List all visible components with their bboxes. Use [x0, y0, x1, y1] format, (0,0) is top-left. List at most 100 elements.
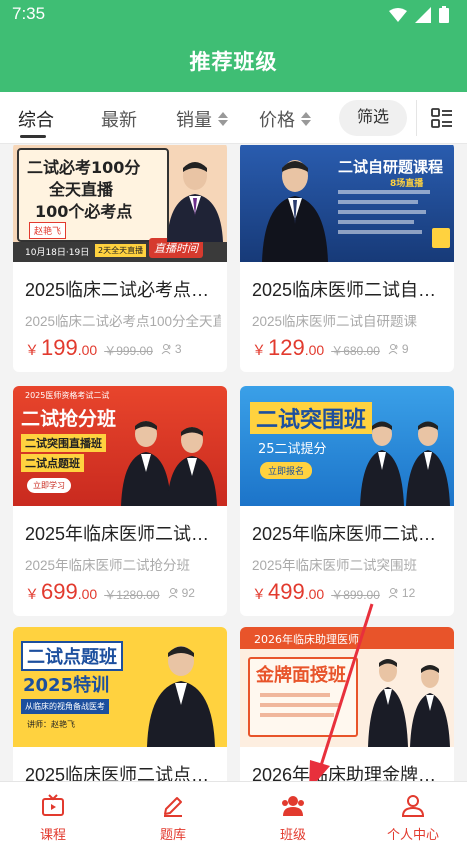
course-card[interactable]: 2026年临床助理医师 金牌面授班 2026年临床助理金牌面授班	[240, 627, 454, 781]
video-icon	[42, 794, 64, 816]
price-integer: 199	[41, 335, 78, 360]
nav-label: 班级	[279, 827, 306, 842]
original-price: ￥1280.00	[104, 588, 160, 602]
course-subtitle: 2025临床医师二试自研题课	[252, 314, 418, 329]
student-count-value: 12	[401, 586, 416, 600]
banner-text: 二试点题班	[21, 641, 123, 671]
banner-cta: 立即报名	[260, 462, 313, 479]
teacher-photo	[406, 421, 450, 506]
banner-cta: 立即学习	[27, 478, 71, 493]
course-title: 2025临床医师二试点题班	[25, 765, 217, 781]
people-icon	[161, 344, 171, 355]
course-card[interactable]: 2025医师资格考试二试 二试抢分班 二试突围直播班 二试点题班 立即学习 20…	[13, 386, 227, 616]
price-decimal: .00	[304, 342, 325, 358]
sort-tabs: 综合 最新 销量 价格 筛选	[0, 92, 467, 144]
original-price: ￥899.00	[331, 588, 380, 602]
filter-button[interactable]: 筛选	[339, 100, 407, 136]
teacher-photo	[410, 665, 450, 747]
banner-text: 二试自研题课程	[338, 158, 444, 176]
banner-text: 二试突围直播班	[21, 434, 106, 452]
wifi-icon	[389, 7, 407, 22]
course-subtitle: 2025临床二试必考点100分全天直播	[25, 314, 221, 329]
course-title: 2025临床二试必考点100分全天直播	[25, 280, 217, 300]
sort-arrows-icon	[301, 112, 311, 126]
banner-text: 2026年临床助理医师	[254, 633, 359, 646]
course-card[interactable]: 二试自研题课程 8场直播 2025临床医师二试自研题课 2025临床医师二试自研…	[240, 145, 454, 372]
student-count-value: 92	[181, 586, 195, 600]
nav-item-question-bank[interactable]: 题库	[115, 782, 231, 843]
price-currency: ￥	[25, 586, 39, 602]
course-banner: 二试必考100分 全天直播 100个必考点 赵艳飞 10月18日·19日 2天全…	[13, 145, 227, 262]
course-subtitle: 2025年临床医师二试抢分班	[25, 558, 191, 573]
price-currency: ￥	[252, 342, 266, 358]
pen-icon	[164, 797, 182, 817]
active-tab-indicator	[20, 135, 46, 138]
divider	[416, 100, 417, 136]
page-title: 推荐班级	[189, 51, 278, 74]
layout-toggle-icon[interactable]	[430, 106, 454, 130]
course-title: 2026年临床助理金牌面授班	[252, 765, 444, 781]
banner-text: 从临床的视角备战医考	[21, 699, 109, 714]
price-currency: ￥	[252, 586, 266, 602]
banner-text: 二试突围班	[250, 402, 373, 434]
nav-label: 个人中心	[386, 827, 439, 842]
tab-comprehensive[interactable]: 综合	[18, 106, 54, 132]
student-count-value: 3	[174, 342, 182, 356]
student-count-value: 9	[401, 342, 409, 356]
banner-text: 金牌面授班	[256, 665, 346, 686]
course-price: ￥ 199 .00 ￥999.00 3	[25, 335, 182, 361]
tab-label: 销量	[176, 110, 212, 130]
banner-text: 全天直播	[49, 180, 114, 199]
course-price: ￥ 129 .00 ￥680.00 9	[252, 335, 409, 361]
course-title: 2025年临床医师二试抢分班	[25, 524, 217, 544]
teacher-photo	[167, 427, 217, 506]
banner-tag: 8场直播	[390, 179, 424, 189]
original-price: ￥680.00	[331, 344, 380, 358]
teacher-photo	[262, 160, 328, 262]
course-price: ￥ 699 .00 ￥1280.00 92	[25, 579, 195, 605]
course-banner: 2026年临床助理医师 金牌面授班	[240, 627, 454, 747]
tab-sales[interactable]: 销量	[176, 106, 228, 132]
teacher-photo	[147, 646, 215, 747]
banner-tag: 2天全天直播	[95, 244, 147, 257]
banner-text: 25二试提分	[258, 442, 327, 457]
original-price: ￥999.00	[104, 344, 153, 358]
teacher-photo	[368, 659, 408, 747]
status-icons	[389, 6, 449, 23]
banner-text: 2025特训	[23, 675, 110, 696]
nav-item-profile[interactable]: 个人中心	[355, 782, 467, 843]
sort-arrows-icon	[218, 112, 228, 126]
course-price: ￥ 499 .00 ￥899.00 12	[252, 579, 415, 605]
signal-icon	[415, 6, 431, 23]
teacher-photo	[360, 421, 404, 506]
price-currency: ￥	[25, 342, 39, 358]
banner-teacher: 讲师：赵艳飞	[27, 720, 75, 729]
banner-text: 二试点题班	[21, 454, 84, 472]
tab-label: 价格	[259, 110, 295, 130]
price-integer: 129	[268, 335, 305, 360]
nav-item-class[interactable]: 班级	[235, 782, 351, 843]
course-card[interactable]: 二试点题班 2025特训 从临床的视角备战医考 讲师：赵艳飞 2025临床医师二…	[13, 627, 227, 781]
student-count: 9	[388, 342, 409, 356]
people-icon	[388, 588, 398, 599]
group-icon	[282, 796, 304, 816]
price-integer: 499	[268, 579, 305, 604]
person-icon	[401, 795, 425, 817]
course-card[interactable]: 二试必考100分 全天直播 100个必考点 赵艳飞 10月18日·19日 2天全…	[13, 145, 227, 372]
status-time: 7:35	[12, 4, 46, 23]
tab-price[interactable]: 价格	[259, 106, 311, 132]
banner-date: 10月18日·19日	[25, 248, 90, 258]
banner-text: 二试抢分班	[21, 408, 117, 430]
course-title: 2025临床医师二试自研题课	[252, 280, 444, 300]
people-icon	[168, 588, 178, 599]
nav-item-course[interactable]: 课程	[0, 782, 111, 843]
banner-teacher: 赵艳飞	[29, 222, 67, 239]
course-card[interactable]: 二试突围班 25二试提分 立即报名 2025年临床医师二试突围班 2025年临床…	[240, 386, 454, 616]
banner-text: 二试必考100分	[27, 158, 141, 177]
nav-label: 课程	[39, 827, 66, 842]
tab-newest[interactable]: 最新	[101, 106, 137, 132]
student-count: 12	[388, 586, 415, 600]
price-decimal: .00	[77, 586, 98, 602]
status-bar: 7:35	[0, 0, 467, 28]
price-decimal: .00	[304, 586, 325, 602]
